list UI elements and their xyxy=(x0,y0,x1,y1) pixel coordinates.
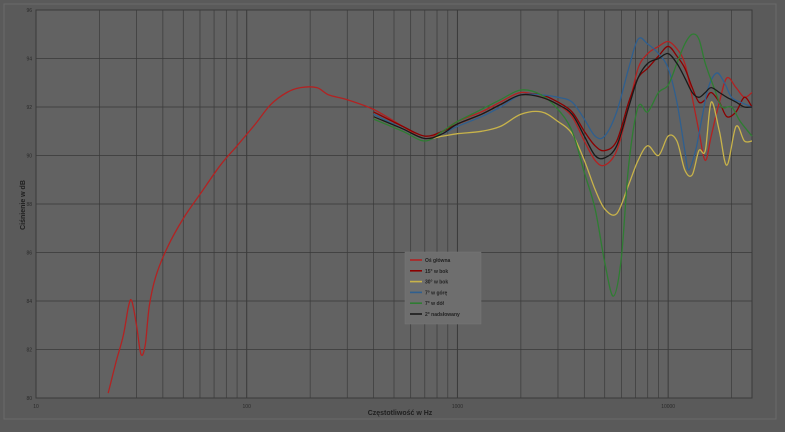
y-tick-label: 82 xyxy=(26,348,32,354)
y-axis-label: Ciśnienie w dB xyxy=(20,180,27,230)
x-axis-label: Częstotliwość w Hz xyxy=(368,410,433,417)
legend-entry-label: 7° w dół xyxy=(425,301,445,307)
legend-entry-label: Oś główna xyxy=(425,258,451,264)
legend-entry-label: 30° w bok xyxy=(425,280,448,286)
chart-frame: 80 82 84 86 88 90 92 94 96 10 100 1000 10000 Częstot… xyxy=(0,0,785,427)
y-tick-label: 92 xyxy=(26,105,32,111)
y-tick-label: 96 xyxy=(26,8,32,14)
legend-entry-label: 2° nadsłowany xyxy=(425,312,460,318)
x-tick-label: 10 xyxy=(33,404,39,410)
y-tick-label: 80 xyxy=(26,396,32,402)
y-tick-label: 86 xyxy=(26,251,32,257)
y-tick-label: 88 xyxy=(26,202,32,208)
x-tick-label: 1000 xyxy=(452,404,463,410)
frequency-response-chart: 80 82 84 86 88 90 92 94 96 10 100 1000 10000 Częstot… xyxy=(0,0,785,427)
y-tick-label: 94 xyxy=(26,57,32,63)
legend: Oś główna 15° w bok 30° w bok 7° w górę 7° w… xyxy=(404,251,482,325)
y-tick-label: 90 xyxy=(26,154,32,160)
x-tick-label: 10000 xyxy=(661,404,675,410)
y-tick-label: 84 xyxy=(26,299,32,305)
legend-entry-label: 15° w bok xyxy=(425,269,448,275)
legend-entry-label: 7° w górę xyxy=(425,290,448,296)
x-tick-label: 100 xyxy=(243,404,252,410)
